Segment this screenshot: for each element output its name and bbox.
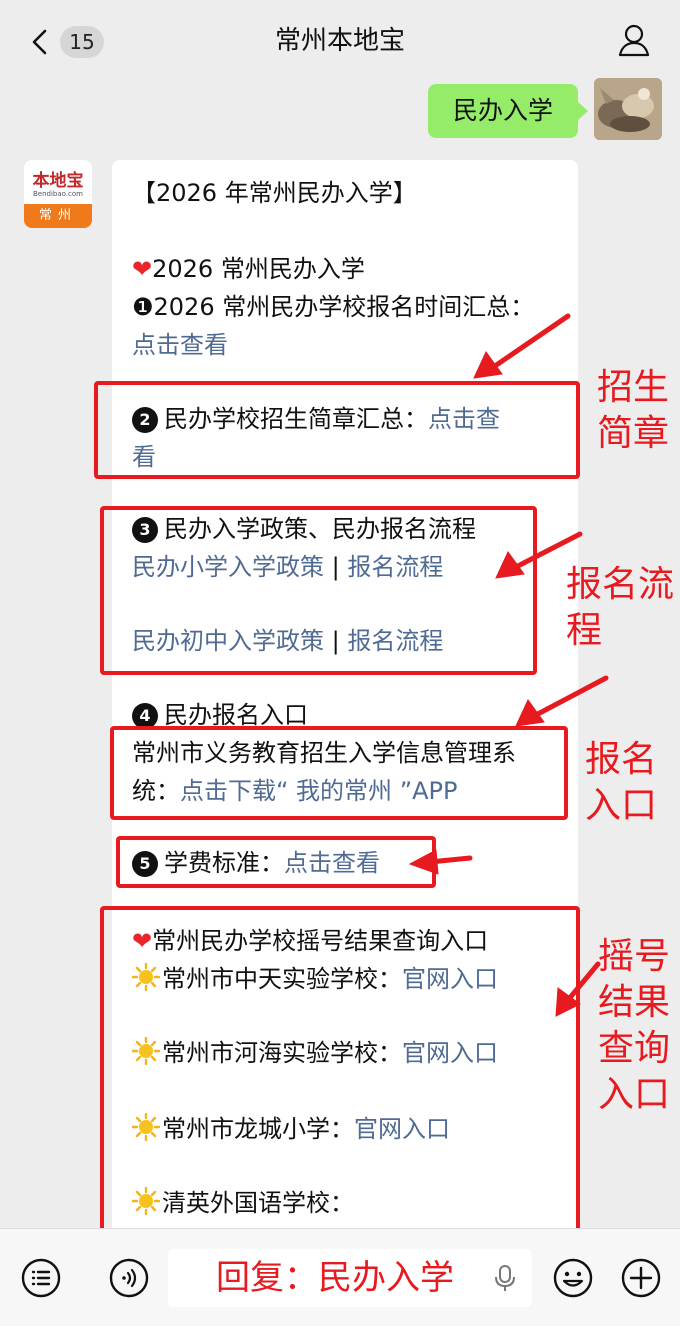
article-heading: 【2026 年常州民办入学】 [132, 179, 417, 207]
section-1-item: ❶2026 常州民办学校报名时间汇总： [132, 293, 535, 321]
section-1-link[interactable]: 点击查看 [132, 328, 228, 362]
person-icon[interactable] [616, 22, 652, 58]
highlight-box-lottery [100, 906, 580, 1238]
highlight-box-brochure [94, 381, 580, 479]
plus-circle-icon[interactable] [620, 1257, 662, 1299]
back-button[interactable]: 15 [26, 24, 110, 60]
section-1-heading: ❤2026 常州民办入学 [132, 255, 365, 283]
my-message-bubble[interactable]: 民办入学 [428, 84, 588, 138]
avatar-city-label: 常州 [24, 204, 92, 228]
highlight-box-entry [110, 726, 568, 820]
input-text: 回复：民办入学 [216, 1258, 454, 1298]
my-avatar[interactable] [594, 78, 662, 140]
annotation-label-entry: 报名 入口 [585, 739, 658, 826]
annotation-label-lottery: 摇号 结果 查询 入口 [598, 936, 671, 1115]
list-menu-icon[interactable] [20, 1257, 62, 1299]
smiley-icon[interactable] [552, 1257, 594, 1299]
voice-icon[interactable] [108, 1257, 150, 1299]
annotation-label-brochure: 招生 简章 [597, 367, 670, 454]
heart-icon: ❤ [132, 255, 153, 283]
chat-header: 15 常州本地宝 [0, 0, 680, 82]
annotation-label-flow: 报名流 程 [566, 564, 675, 651]
unread-count-badge: 15 [60, 26, 104, 58]
highlight-box-tuition [116, 836, 436, 888]
avatar-photo [594, 78, 662, 140]
chat-input-bar: 回复：民办入学 [0, 1228, 680, 1326]
chevron-left-icon [32, 29, 47, 55]
avatar-logo: 本地宝 Bendibao.com [24, 160, 92, 204]
official-account-avatar[interactable]: 本地宝 Bendibao.com 常州 [24, 160, 92, 228]
message-input[interactable]: 回复：民办入学 [168, 1249, 532, 1307]
highlight-box-flow [100, 506, 537, 675]
microphone-icon[interactable] [494, 1264, 516, 1292]
